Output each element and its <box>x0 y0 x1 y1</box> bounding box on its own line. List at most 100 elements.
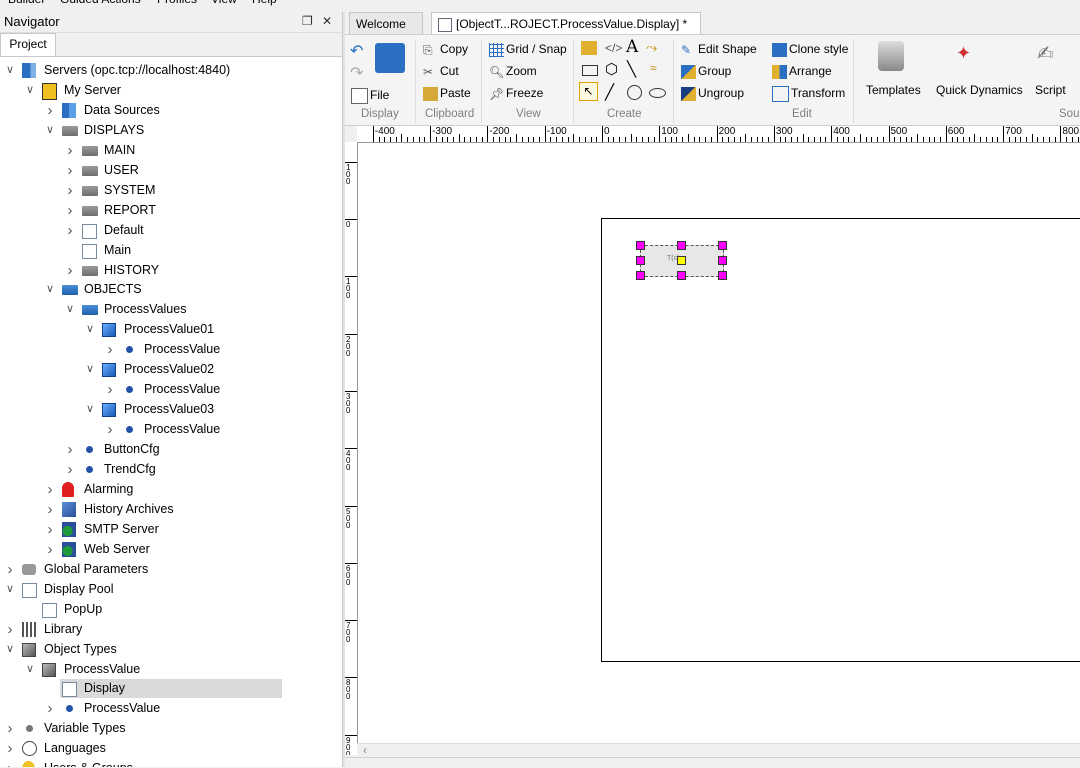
resize-handle[interactable] <box>636 271 645 280</box>
ungroup-button[interactable]: Ungroup <box>681 86 744 101</box>
group-button[interactable]: Group <box>681 64 731 79</box>
menu-builder[interactable]: Builder <box>8 0 45 6</box>
polyline-icon[interactable]: ╲ <box>627 60 636 78</box>
chevron-right-icon[interactable]: › <box>104 380 116 399</box>
tree-item[interactable]: ∨ Servers (opc.tcp://localhost:4840) <box>0 61 340 80</box>
tree-item[interactable]: › USER <box>0 161 340 180</box>
tree-item[interactable]: ∨ Object Types <box>0 640 340 659</box>
tree-item[interactable]: › TrendCfg <box>0 460 340 479</box>
tree-item[interactable]: › Variable Types <box>0 719 340 738</box>
tree-item[interactable]: Display <box>60 679 282 699</box>
tree-item[interactable]: ∨ ProcessValue <box>0 660 340 679</box>
chevron-right-icon[interactable]: › <box>4 560 16 579</box>
tree-item[interactable]: › Default <box>0 221 340 240</box>
pipe-icon[interactable]: ≈ <box>650 61 657 75</box>
float-panel-icon[interactable]: ❐ <box>302 14 313 28</box>
chevron-right-icon[interactable]: › <box>4 759 16 767</box>
copy-button[interactable]: ⎘ Copy <box>423 42 468 57</box>
tab-display-editor[interactable]: [ObjectT...ROJECT.ProcessValue.Display] … <box>431 12 701 54</box>
chevron-down-icon[interactable]: ∨ <box>84 400 96 419</box>
tree-item[interactable]: › Global Parameters <box>0 560 340 579</box>
tree-item[interactable]: ∨ ProcessValues <box>0 300 340 319</box>
freeze-button[interactable]: 📌︎ Freeze <box>489 86 543 101</box>
file-button[interactable]: File <box>351 88 389 104</box>
tree-item[interactable]: ∨ ProcessValue02 <box>0 360 340 379</box>
templates-button[interactable]: Templates <box>866 83 921 97</box>
chevron-right-icon[interactable]: › <box>4 739 16 758</box>
chevron-right-icon[interactable]: › <box>44 480 56 499</box>
redo-icon[interactable]: ↷ <box>350 63 363 83</box>
chevron-right-icon[interactable]: › <box>64 460 76 479</box>
chevron-right-icon[interactable]: › <box>44 520 56 539</box>
chevron-down-icon[interactable]: ∨ <box>84 360 96 379</box>
text-icon[interactable]: A <box>626 37 638 57</box>
tab-welcome[interactable]: Welcome✕ <box>349 12 423 54</box>
tree-item[interactable]: › ProcessValue <box>0 699 340 718</box>
tree-item[interactable]: ∨ My Server <box>0 81 340 100</box>
tree-item[interactable]: › HISTORY <box>0 261 340 280</box>
chevron-right-icon[interactable]: › <box>64 440 76 459</box>
resize-handle[interactable] <box>677 241 686 250</box>
chevron-down-icon[interactable]: ∨ <box>84 320 96 339</box>
chevron-down-icon[interactable]: ∨ <box>4 61 16 80</box>
chevron-down-icon[interactable]: ∨ <box>24 81 36 100</box>
zoom-button[interactable]: 🔍︎ Zoom <box>489 64 537 79</box>
clone-style-button[interactable]: Clone style <box>772 42 848 57</box>
chevron-down-icon[interactable]: ∨ <box>64 300 76 319</box>
resize-handle[interactable] <box>677 271 686 280</box>
center-handle[interactable] <box>677 256 686 265</box>
arrange-button[interactable]: Arrange <box>772 64 832 79</box>
chevron-right-icon[interactable]: › <box>64 141 76 160</box>
rectangle-icon[interactable] <box>582 65 598 76</box>
chevron-right-icon[interactable]: › <box>44 699 56 718</box>
chevron-down-icon[interactable]: ∨ <box>44 121 56 140</box>
tree-item[interactable]: ∨ DISPLAYS <box>0 121 340 140</box>
resize-handle[interactable] <box>718 271 727 280</box>
tree-item[interactable]: PopUp <box>0 600 340 619</box>
xyplot-icon[interactable]: ⤳ <box>646 39 657 56</box>
tree-item[interactable]: › ProcessValue <box>0 420 340 439</box>
menu-view[interactable]: View <box>211 0 237 6</box>
resize-handle[interactable] <box>718 241 727 250</box>
tree-item[interactable]: › Library <box>0 620 340 639</box>
tree-item[interactable]: ∨ ProcessValue03 <box>0 400 340 419</box>
ellipse-icon[interactable] <box>649 88 666 98</box>
polygon-icon[interactable]: ⬡ <box>605 60 618 78</box>
tree-item[interactable]: Main <box>0 241 340 260</box>
tree-item[interactable]: › ProcessValue <box>0 380 340 399</box>
chevron-right-icon[interactable]: › <box>64 221 76 240</box>
tree-item[interactable]: ∨ Display Pool <box>0 580 340 599</box>
chevron-right-icon[interactable]: › <box>104 340 116 359</box>
html-icon[interactable]: </> <box>605 41 622 55</box>
chevron-right-icon[interactable]: › <box>44 101 56 120</box>
chevron-right-icon[interactable]: › <box>64 181 76 200</box>
select-icon[interactable]: ↖ <box>579 82 598 101</box>
tree-item[interactable]: ∨ OBJECTS <box>0 280 340 299</box>
scroll-left-icon[interactable]: ‹ <box>363 743 367 757</box>
image-icon[interactable] <box>581 41 597 55</box>
menu-help[interactable]: Help <box>252 0 277 6</box>
tree-item[interactable]: › SYSTEM <box>0 181 340 200</box>
chevron-down-icon[interactable]: ∨ <box>4 640 16 659</box>
line-icon[interactable]: ╱ <box>605 83 614 101</box>
tree-item[interactable]: › Alarming <box>0 480 340 499</box>
menu-profiles[interactable]: Profiles <box>157 0 197 6</box>
selected-object[interactable]: T(c) <box>636 241 727 280</box>
chevron-right-icon[interactable]: › <box>44 500 56 519</box>
chevron-right-icon[interactable]: › <box>64 161 76 180</box>
script-button[interactable]: Script <box>1035 83 1066 97</box>
tree-item[interactable]: › Data Sources <box>0 101 340 120</box>
edit-shape-button[interactable]: ✎ Edit Shape <box>681 42 757 57</box>
grid-snap-button[interactable]: Grid / Snap <box>489 42 567 57</box>
cut-button[interactable]: ✂ Cut <box>423 64 459 79</box>
menu-guided-actions[interactable]: Guided Actions <box>60 0 141 6</box>
quick-dynamics-icon[interactable]: ✦ <box>956 43 971 64</box>
chevron-right-icon[interactable]: › <box>4 620 16 639</box>
tab-project[interactable]: Project <box>0 33 56 56</box>
chevron-down-icon[interactable]: ∨ <box>44 280 56 299</box>
tree-item[interactable]: › ButtonCfg <box>0 440 340 459</box>
horizontal-scrollbar[interactable]: ‹ <box>357 743 1080 758</box>
tree-item[interactable]: › ProcessValue <box>0 340 340 359</box>
circle-icon[interactable] <box>627 85 642 100</box>
chevron-right-icon[interactable]: › <box>64 201 76 220</box>
